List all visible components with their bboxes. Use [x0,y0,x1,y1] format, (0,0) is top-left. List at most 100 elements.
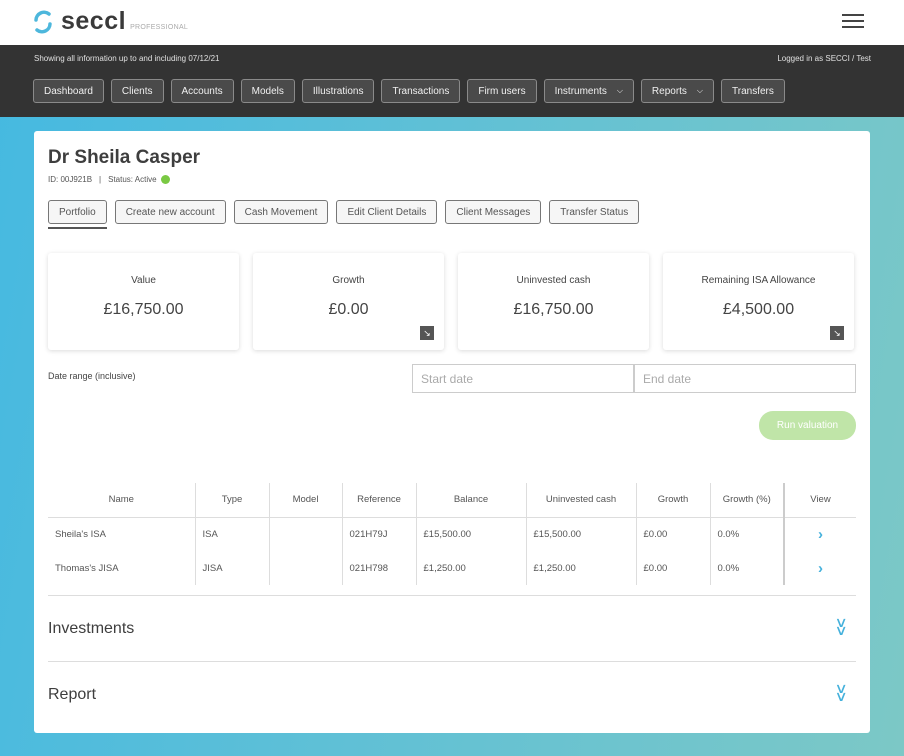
accounts-table: Name Type Model Reference Balance Uninve… [48,483,856,585]
cell-growth: £0.00 [636,551,711,585]
logged-in-text: Logged in as SECCI / Test [777,54,871,63]
column-header[interactable]: Type [195,483,270,518]
nav-label: Reports [651,85,687,97]
chevron-right-icon[interactable]: › [818,526,823,543]
logo-subtext: PROFESSIONAL [130,24,189,31]
column-header[interactable]: Model [269,483,343,518]
stat-label: Growth [332,275,365,286]
nav-label: Illustrations [312,85,364,97]
cell-type: JISA [195,551,270,585]
seccl-logo[interactable]: seccl PROFESSIONAL [33,8,188,34]
cell-balance: £15,500.00 [416,517,527,551]
cell-view: › [784,551,856,585]
action-label: Transfer Status [560,206,629,218]
action-label: Create new account [125,206,215,218]
action-label: Client Messages [456,206,531,218]
nav-instruments-dropdown[interactable]: Instruments ⌵ [543,79,634,103]
column-header: View [784,483,856,518]
main-navbar: Showing all information up to and includ… [0,45,904,117]
cell-growth-pct: 0.0% [710,517,785,551]
nav-reports-dropdown[interactable]: Reports ⌵ [640,79,714,103]
expand-arrow-icon[interactable]: ↘ [830,326,844,340]
double-chevron-down-icon[interactable]: ∨ ∨ [834,615,847,637]
expand-arrow-icon[interactable]: ↘ [420,326,434,340]
cell-name: Thomas's JISA [48,551,196,585]
nav-illustrations[interactable]: Illustrations [301,79,375,103]
cash-movement-button[interactable]: Cash Movement [233,200,329,224]
nav-label: Firm users [478,85,526,97]
nav-clients[interactable]: Clients [110,79,164,103]
table-row[interactable]: Sheila's ISA ISA 021H79J £15,500.00 £15,… [48,517,856,551]
logo-text: seccl [61,7,127,35]
info-date-text: Showing all information up to and includ… [34,54,220,63]
cell-name: Sheila's ISA [48,517,196,551]
cell-reference: 021H79J [342,517,417,551]
end-date-input[interactable] [634,364,856,393]
nav-transactions[interactable]: Transactions [381,79,461,103]
stat-label: Remaining ISA Allowance [701,275,816,286]
nav-label: Clients [121,85,153,97]
client-status: Status: Active [108,175,157,184]
cell-model [269,517,343,551]
report-section[interactable]: Report ∨ ∨ [48,661,856,727]
top-header: seccl PROFESSIONAL [0,0,904,45]
column-header[interactable]: Balance [416,483,527,518]
stat-value: £0.00 [328,301,369,318]
meta-separator: | [99,175,102,184]
column-header[interactable]: Reference [342,483,417,518]
date-range-inputs [412,364,856,393]
nav-label: Dashboard [44,85,93,97]
nav-label: Accounts [181,85,223,97]
nav-label: Instruments [554,85,607,97]
status-active-indicator [160,175,170,184]
chevron-down-icon: ⌵ [696,86,703,95]
nav-firm-users[interactable]: Firm users [467,79,537,103]
nav-transfers[interactable]: Transfers [721,79,785,103]
tab-portfolio[interactable]: Portfolio [48,200,107,229]
create-new-account-button[interactable]: Create new account [114,200,226,224]
stat-isa-allowance-card: Remaining ISA Allowance £4,500.00 ↘ [663,253,854,350]
client-actions: Portfolio Create new account Cash Moveme… [48,200,640,229]
start-date-input[interactable] [412,364,634,393]
double-chevron-down-icon[interactable]: ∨ ∨ [834,681,847,703]
client-card: Dr Sheila Casper ID: 00J921B | Status: A… [34,131,870,733]
date-range-label: Date range (inclusive) [48,371,136,381]
nav-label: Transactions [392,85,450,97]
stat-value: £16,750.00 [513,301,594,318]
edit-client-details-button[interactable]: Edit Client Details [336,200,438,224]
column-header[interactable]: Growth [636,483,711,518]
cell-growth-pct: 0.0% [710,551,785,585]
table-header-row: Name Type Model Reference Balance Uninve… [48,483,856,518]
transfer-status-button[interactable]: Transfer Status [549,200,640,224]
stat-value: £16,750.00 [103,301,184,318]
logo-mark-icon [34,10,52,34]
column-header[interactable]: Uninvested cash [526,483,637,518]
hamburger-menu-icon[interactable] [842,14,864,30]
stat-value: £4,500.00 [722,301,795,318]
action-label: Edit Client Details [347,206,427,218]
cell-balance: £1,250.00 [416,551,527,585]
column-header[interactable]: Growth (%) [710,483,785,518]
table-row[interactable]: Thomas's JISA JISA 021H798 £1,250.00 £1,… [48,551,856,585]
client-messages-button[interactable]: Client Messages [445,200,542,224]
cell-growth: £0.00 [636,517,711,551]
action-label: Cash Movement [244,206,318,218]
column-header[interactable]: Name [48,483,196,518]
chevron-down-icon: ⌵ [616,86,623,95]
nav-dashboard[interactable]: Dashboard [33,79,104,103]
nav-models[interactable]: Models [240,79,295,103]
stat-label: Uninvested cash [516,275,591,286]
nav-label: Transfers [732,85,774,97]
stat-growth-card: Growth £0.00 ↘ [253,253,444,350]
cell-uninvested: £1,250.00 [526,551,637,585]
investments-section[interactable]: Investments ∨ ∨ [48,595,856,661]
nav-accounts[interactable]: Accounts [170,79,234,103]
nav-label: Models [251,85,284,97]
summary-stats: Value £16,750.00 Growth £0.00 ↘ Uninvest… [48,253,854,350]
stat-label: Value [131,275,156,286]
run-valuation-button[interactable]: Run valuation [759,411,856,440]
cell-model [269,551,343,585]
chevron-right-icon[interactable]: › [818,560,823,577]
client-id: ID: 00J921B [48,175,93,184]
section-title: Report [48,686,97,703]
